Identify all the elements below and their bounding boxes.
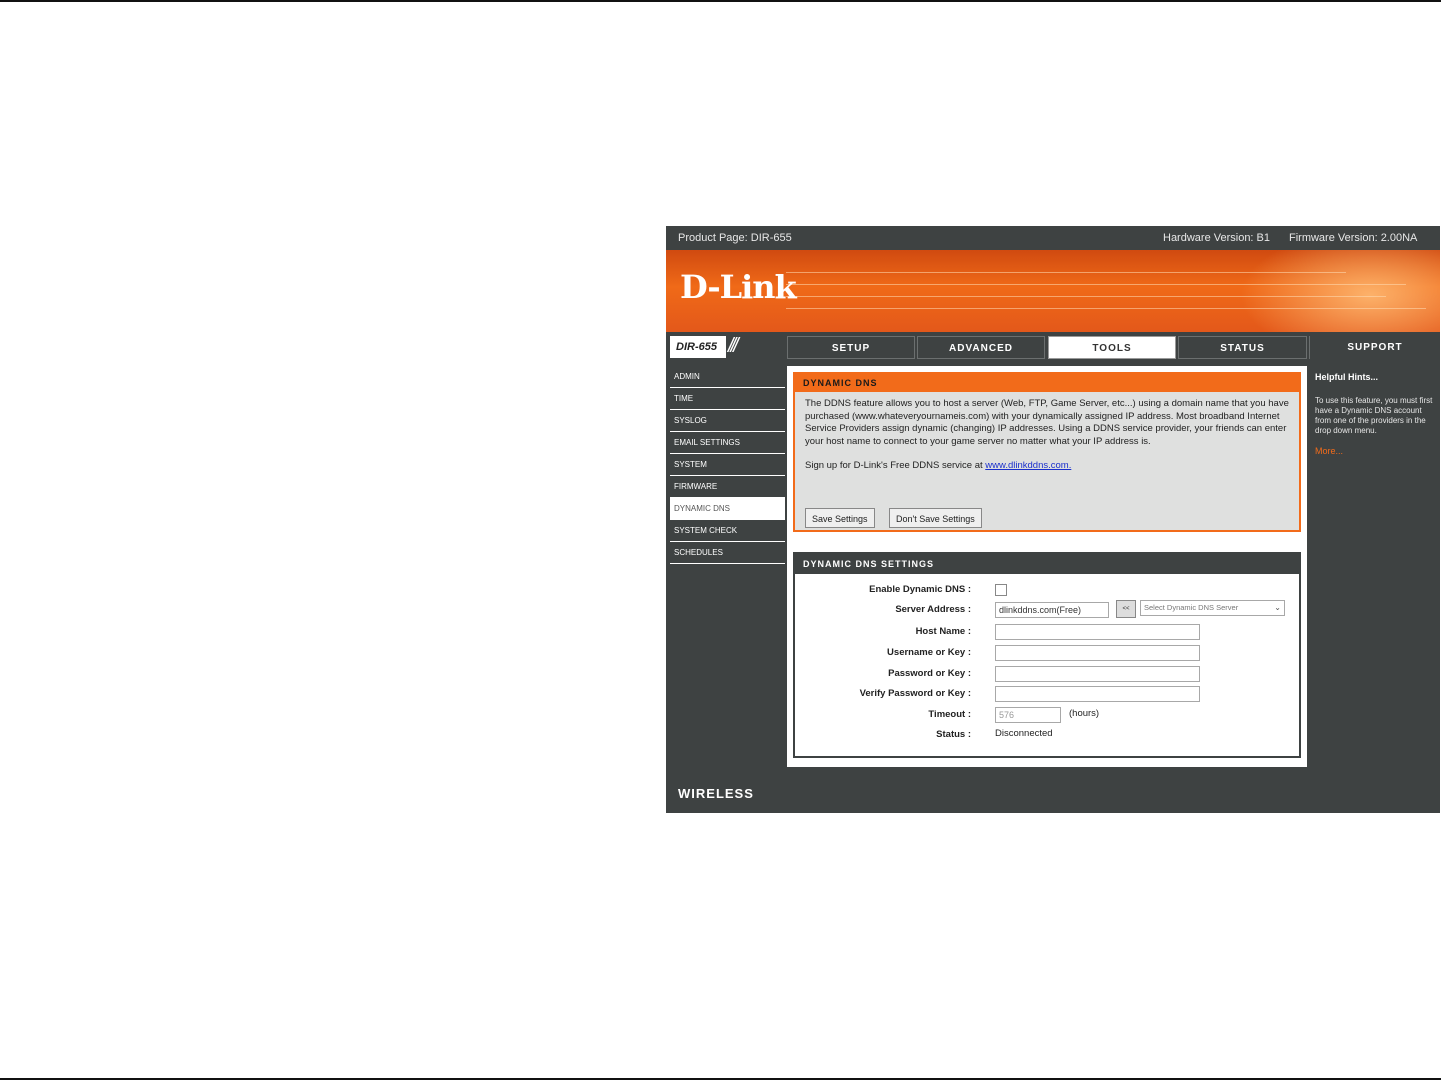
verify-row: Verify Password or Key :	[795, 684, 1299, 704]
server-label: Server Address :	[895, 604, 971, 615]
password-label: Password or Key :	[888, 668, 971, 679]
main-tab-bar: DIR-655 /// SETUP ADVANCED TOOLS STATUS …	[666, 334, 1440, 361]
sidebar-item-schedules[interactable]: SCHEDULES	[670, 542, 785, 564]
username-input[interactable]	[995, 645, 1200, 661]
panel-title: DYNAMIC DNS	[795, 374, 1299, 392]
enable-label: Enable Dynamic DNS :	[869, 584, 971, 595]
enable-row: Enable Dynamic DNS :	[795, 580, 1299, 600]
sidebar-item-email-settings[interactable]: EMAIL SETTINGS	[670, 432, 785, 454]
hints-title: Helpful Hints...	[1315, 372, 1378, 382]
password-value	[995, 664, 1200, 682]
main-content: DYNAMIC DNS The DDNS feature allows you …	[787, 366, 1307, 767]
server-value: << Select Dynamic DNS Server ⌄	[995, 600, 1295, 618]
banner-streak	[786, 272, 1346, 273]
model-label: DIR-655	[670, 336, 726, 358]
sidebar-item-admin[interactable]: ADMIN	[670, 366, 785, 388]
verify-label: Verify Password or Key :	[859, 688, 971, 699]
timeout-label: Timeout :	[928, 709, 971, 720]
status-value-wrap: Disconnected	[995, 725, 1053, 739]
tab-advanced[interactable]: ADVANCED	[917, 336, 1045, 359]
status-label: Status :	[936, 729, 971, 740]
signup-line: Sign up for D-Link's Free DDNS service a…	[805, 460, 1289, 471]
timeout-value: (hours)	[995, 705, 1135, 723]
banner-streak	[786, 284, 1406, 285]
server-address-input[interactable]	[995, 602, 1109, 618]
banner-streak	[786, 308, 1426, 309]
verify-password-input[interactable]	[995, 686, 1200, 702]
dynamic-dns-intro-panel: DYNAMIC DNS The DDNS feature allows you …	[793, 372, 1301, 532]
signup-text: Sign up for D-Link's Free DDNS service a…	[805, 460, 983, 471]
server-select-text: Select Dynamic DNS Server	[1144, 603, 1239, 612]
model-badge: DIR-655 ///	[670, 335, 785, 358]
host-label: Host Name :	[915, 626, 971, 637]
tab-tools[interactable]: TOOLS	[1048, 336, 1176, 359]
panel-title: DYNAMIC DNS SETTINGS	[795, 554, 1299, 574]
sidebar-item-system[interactable]: SYSTEM	[670, 454, 785, 476]
verify-value	[995, 684, 1200, 702]
server-row: Server Address : << Select Dynamic DNS S…	[795, 600, 1299, 620]
username-row: Username or Key :	[795, 643, 1299, 663]
enable-value	[995, 580, 1007, 596]
dont-save-settings-button[interactable]: Don't Save Settings	[889, 508, 982, 528]
banner-streak	[786, 296, 1386, 297]
firmware-version-text: Firmware Version: 2.00NA	[1289, 232, 1418, 244]
timeout-row: Timeout : (hours)	[795, 705, 1299, 725]
tab-status[interactable]: STATUS	[1178, 336, 1307, 359]
wireless-footer-logo: WIRELESS	[678, 786, 754, 801]
username-label: Username or Key :	[887, 647, 971, 658]
slashes-decoration: ///	[728, 335, 739, 357]
password-input[interactable]	[995, 666, 1200, 682]
dlinkddns-link[interactable]: www.dlinkddns.com.	[985, 460, 1071, 471]
sidebar-item-time[interactable]: TIME	[670, 388, 785, 410]
tab-setup[interactable]: SETUP	[787, 336, 915, 359]
dynamic-dns-settings-panel: DYNAMIC DNS SETTINGS Enable Dynamic DNS …	[793, 552, 1301, 758]
status-value: Disconnected	[995, 728, 1053, 739]
sidebar-item-syslog[interactable]: SYSLOG	[670, 410, 785, 432]
enable-ddns-checkbox[interactable]	[995, 584, 1007, 596]
tab-support[interactable]: SUPPORT	[1309, 336, 1440, 359]
intro-text: The DDNS feature allows you to host a se…	[805, 398, 1289, 447]
header-banner: D-Link	[666, 250, 1440, 332]
host-name-input[interactable]	[995, 624, 1200, 640]
router-admin-window: Product Page: DIR-655 Hardware Version: …	[666, 226, 1440, 813]
more-link[interactable]: More...	[1315, 446, 1439, 456]
product-page-text: Product Page: DIR-655	[678, 232, 792, 244]
banner-glow	[1240, 250, 1440, 332]
host-row: Host Name :	[795, 622, 1299, 642]
helpful-hints-panel: Helpful Hints... To use this feature, yo…	[1311, 366, 1439, 767]
sidebar-item-firmware[interactable]: FIRMWARE	[670, 476, 785, 498]
sidebar-item-dynamic-dns[interactable]: DYNAMIC DNS	[670, 498, 785, 520]
sidebar-item-system-check[interactable]: SYSTEM CHECK	[670, 520, 785, 542]
status-row: Status : Disconnected	[795, 725, 1299, 745]
host-value	[995, 622, 1200, 640]
chevron-down-icon: ⌄	[1274, 603, 1281, 612]
info-bar: Product Page: DIR-655 Hardware Version: …	[666, 226, 1440, 250]
button-row: Save Settings Don't Save Settings	[805, 508, 992, 528]
top-rule	[0, 0, 1441, 2]
dlink-logo: D-Link	[680, 268, 797, 306]
timeout-input[interactable]	[995, 707, 1061, 723]
hardware-version-text: Hardware Version: B1	[1163, 232, 1270, 244]
save-settings-button[interactable]: Save Settings	[805, 508, 875, 528]
server-copy-button[interactable]: <<	[1116, 600, 1136, 618]
hints-body: To use this feature, you must first have…	[1315, 396, 1433, 435]
password-row: Password or Key :	[795, 664, 1299, 684]
timeout-unit: (hours)	[1069, 708, 1100, 719]
username-value	[995, 643, 1200, 661]
sidebar-menu: ADMIN TIME SYSLOG EMAIL SETTINGS SYSTEM …	[670, 366, 785, 564]
bottom-rule	[0, 1078, 1441, 1080]
server-select[interactable]: Select Dynamic DNS Server ⌄	[1140, 600, 1285, 616]
